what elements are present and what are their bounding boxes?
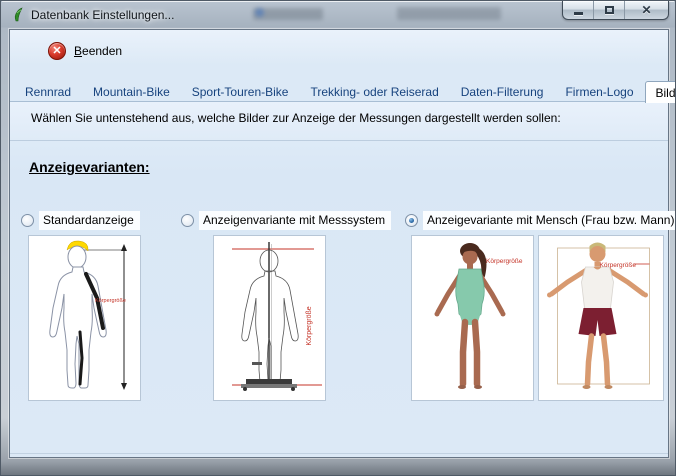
maximize-icon [605, 6, 614, 14]
radio-messsystem[interactable] [181, 214, 194, 227]
titlebar-reflection [397, 7, 501, 20]
quit-button-label: Beenden [74, 44, 122, 58]
tab-page-bilder: Wählen Sie untenstehend aus, welche Bild… [10, 101, 668, 454]
close-icon: ✕ [641, 4, 651, 16]
app-icon [10, 7, 26, 23]
caption-buttons: ✕ [562, 1, 669, 20]
option-mensch[interactable]: Anzeigevariante mit Mensch (Frau bzw. Ma… [405, 211, 676, 230]
tab-daten-filterung[interactable]: Daten-Filterung [450, 81, 555, 102]
standard-figure-drawing: Körpergröße [29, 236, 140, 400]
tab-bar: Rennrad Mountain-Bike Sport-Touren-Bike … [14, 80, 664, 102]
messsystem-annotation: Körpergröße [306, 306, 313, 345]
mann-annotation: Körpergröße [600, 262, 637, 269]
window-title: Datenbank Einstellungen... [31, 8, 174, 22]
radio-mensch[interactable] [405, 214, 418, 227]
option-messsystem[interactable]: Anzeigenvariante mit Messsystem [181, 211, 391, 230]
standard-annotation: Körpergröße [95, 298, 126, 304]
preview-image-messsystem: Körpergröße [213, 235, 326, 401]
maximize-button[interactable] [594, 1, 625, 19]
radio-standardanzeige[interactable] [21, 214, 34, 227]
frau-annotation: Körpergröße [486, 258, 523, 265]
preview-image-standard: Körpergröße [28, 235, 141, 401]
tab-sport-touren-bike[interactable]: Sport-Touren-Bike [181, 81, 300, 102]
option-label[interactable]: Anzeigenvariante mit Messsystem [199, 211, 391, 230]
page-heading: Anzeigevarianten: [29, 159, 150, 175]
tab-trekking-oder-reiserad[interactable]: Trekking- oder Reiserad [299, 81, 449, 102]
tab-firmen-logo[interactable]: Firmen-Logo [554, 81, 644, 102]
messsystem-figure-drawing: Körpergröße [214, 236, 325, 400]
tab-rennrad[interactable]: Rennrad [14, 81, 82, 102]
titlebar-reflection [255, 8, 264, 17]
minimize-icon [574, 12, 583, 15]
frau-figure-render: Körpergröße [412, 236, 533, 400]
preview-image-mann: Körpergröße [538, 235, 664, 401]
tab-bilder[interactable]: Bilder [645, 81, 676, 103]
tab-mountain-bike[interactable]: Mountain-Bike [82, 81, 181, 102]
option-label[interactable]: Anzeigevariante mit Mensch (Frau bzw. Ma… [423, 211, 676, 230]
quit-button[interactable]: ✕ Beenden [48, 42, 122, 60]
toolbar: ✕ Beenden [10, 30, 668, 74]
dialog-window: Datenbank Einstellungen... ✕ ✕ Beenden R… [0, 0, 676, 476]
quit-x-icon: ✕ [48, 42, 66, 60]
option-label[interactable]: Standardanzeige [39, 211, 140, 230]
instruction-text: Wählen Sie untenstehend aus, welche Bild… [10, 102, 668, 141]
mann-figure-render: Körpergröße [539, 236, 663, 400]
preview-image-frau: Körpergröße [411, 235, 534, 401]
minimize-button[interactable] [563, 1, 594, 19]
dialog-client-area: ✕ Beenden Rennrad Mountain-Bike Sport-To… [9, 29, 669, 458]
titlebar[interactable]: Datenbank Einstellungen... ✕ [1, 1, 675, 29]
close-button[interactable]: ✕ [625, 1, 668, 19]
option-standardanzeige[interactable]: Standardanzeige [21, 211, 140, 230]
